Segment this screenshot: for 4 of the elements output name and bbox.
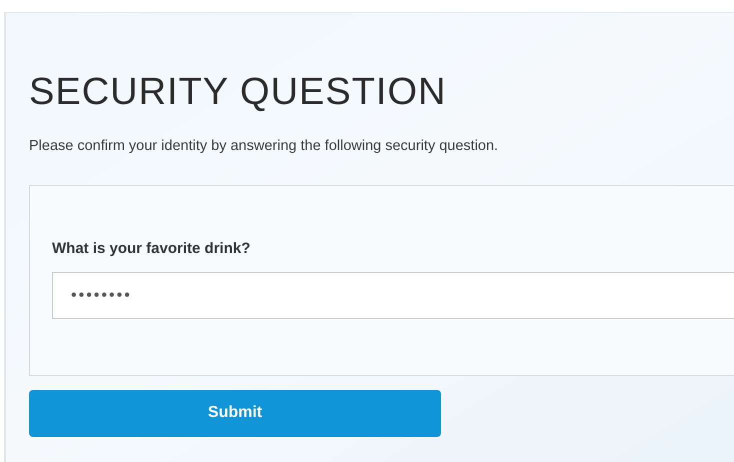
instructions-text: Please confirm your identity by answering the following security question. [29,137,498,156]
page-title: SECURITY QUESTION [29,70,446,114]
question-label: What is your favorite drink? [52,238,250,259]
answer-field[interactable]: •••••••• [52,272,734,320]
